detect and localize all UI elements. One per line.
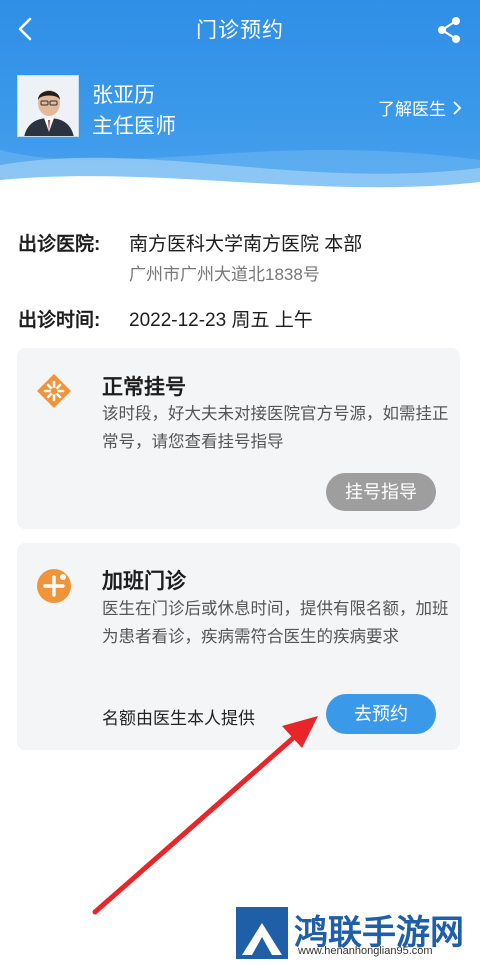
normal-title: 正常挂号 [102,376,186,399]
watermark: 鸿联手游网 www.henanhonglian95.com [232,903,478,963]
diamond-star-icon [37,374,71,408]
doctor-name: 张亚历 [92,84,155,107]
overtime-description: 医生在门诊后或休息时间，提供有限名额，加班为患者看诊，疾病需符合医生的疾病要求 [102,600,449,646]
page-title: 门诊预约 [196,19,284,42]
share-icon[interactable] [436,16,462,44]
watermark-logo [236,907,288,959]
normal-registration-card: 正常挂号 该时段，好大夫未对接医院官方号源，如需挂正常号，请您查看挂号指导 挂号… [17,348,460,529]
quota-note: 名额由医生本人提供 [102,709,255,728]
time-value: 2022-12-23 周五 上午 [129,310,313,331]
wave-decoration [0,150,480,195]
watermark-url: www.henanhonglian95.com [298,945,433,957]
normal-description: 该时段，好大夫未对接医院官方号源，如需挂正常号，请您查看挂号指导 [102,405,449,451]
about-doctor-label: 了解医生 [378,100,446,119]
nav-bar: 门诊预约 [0,0,480,58]
header-banner: 门诊预约 张亚历 主任医师 了解医生 [0,0,480,195]
hospital-address: 广州市广州大道北1838号 [129,265,320,284]
time-label: 出诊时间: [18,310,101,331]
about-doctor-link[interactable]: 了解医生 [378,95,462,120]
overtime-clinic-card: 加班门诊 医生在门诊后或休息时间，提供有限名额，加班为患者看诊，疾病需符合医生的… [17,543,460,750]
hospital-name: 南方医科大学南方医院 本部 [129,234,363,255]
chevron-right-icon [453,100,462,115]
registration-guide-button[interactable]: 挂号指导 [326,473,436,511]
hospital-label: 出诊医院: [18,234,101,255]
plus-circle-icon [37,569,71,603]
book-appointment-button[interactable]: 去预约 [326,694,436,734]
overtime-title: 加班门诊 [102,570,186,593]
